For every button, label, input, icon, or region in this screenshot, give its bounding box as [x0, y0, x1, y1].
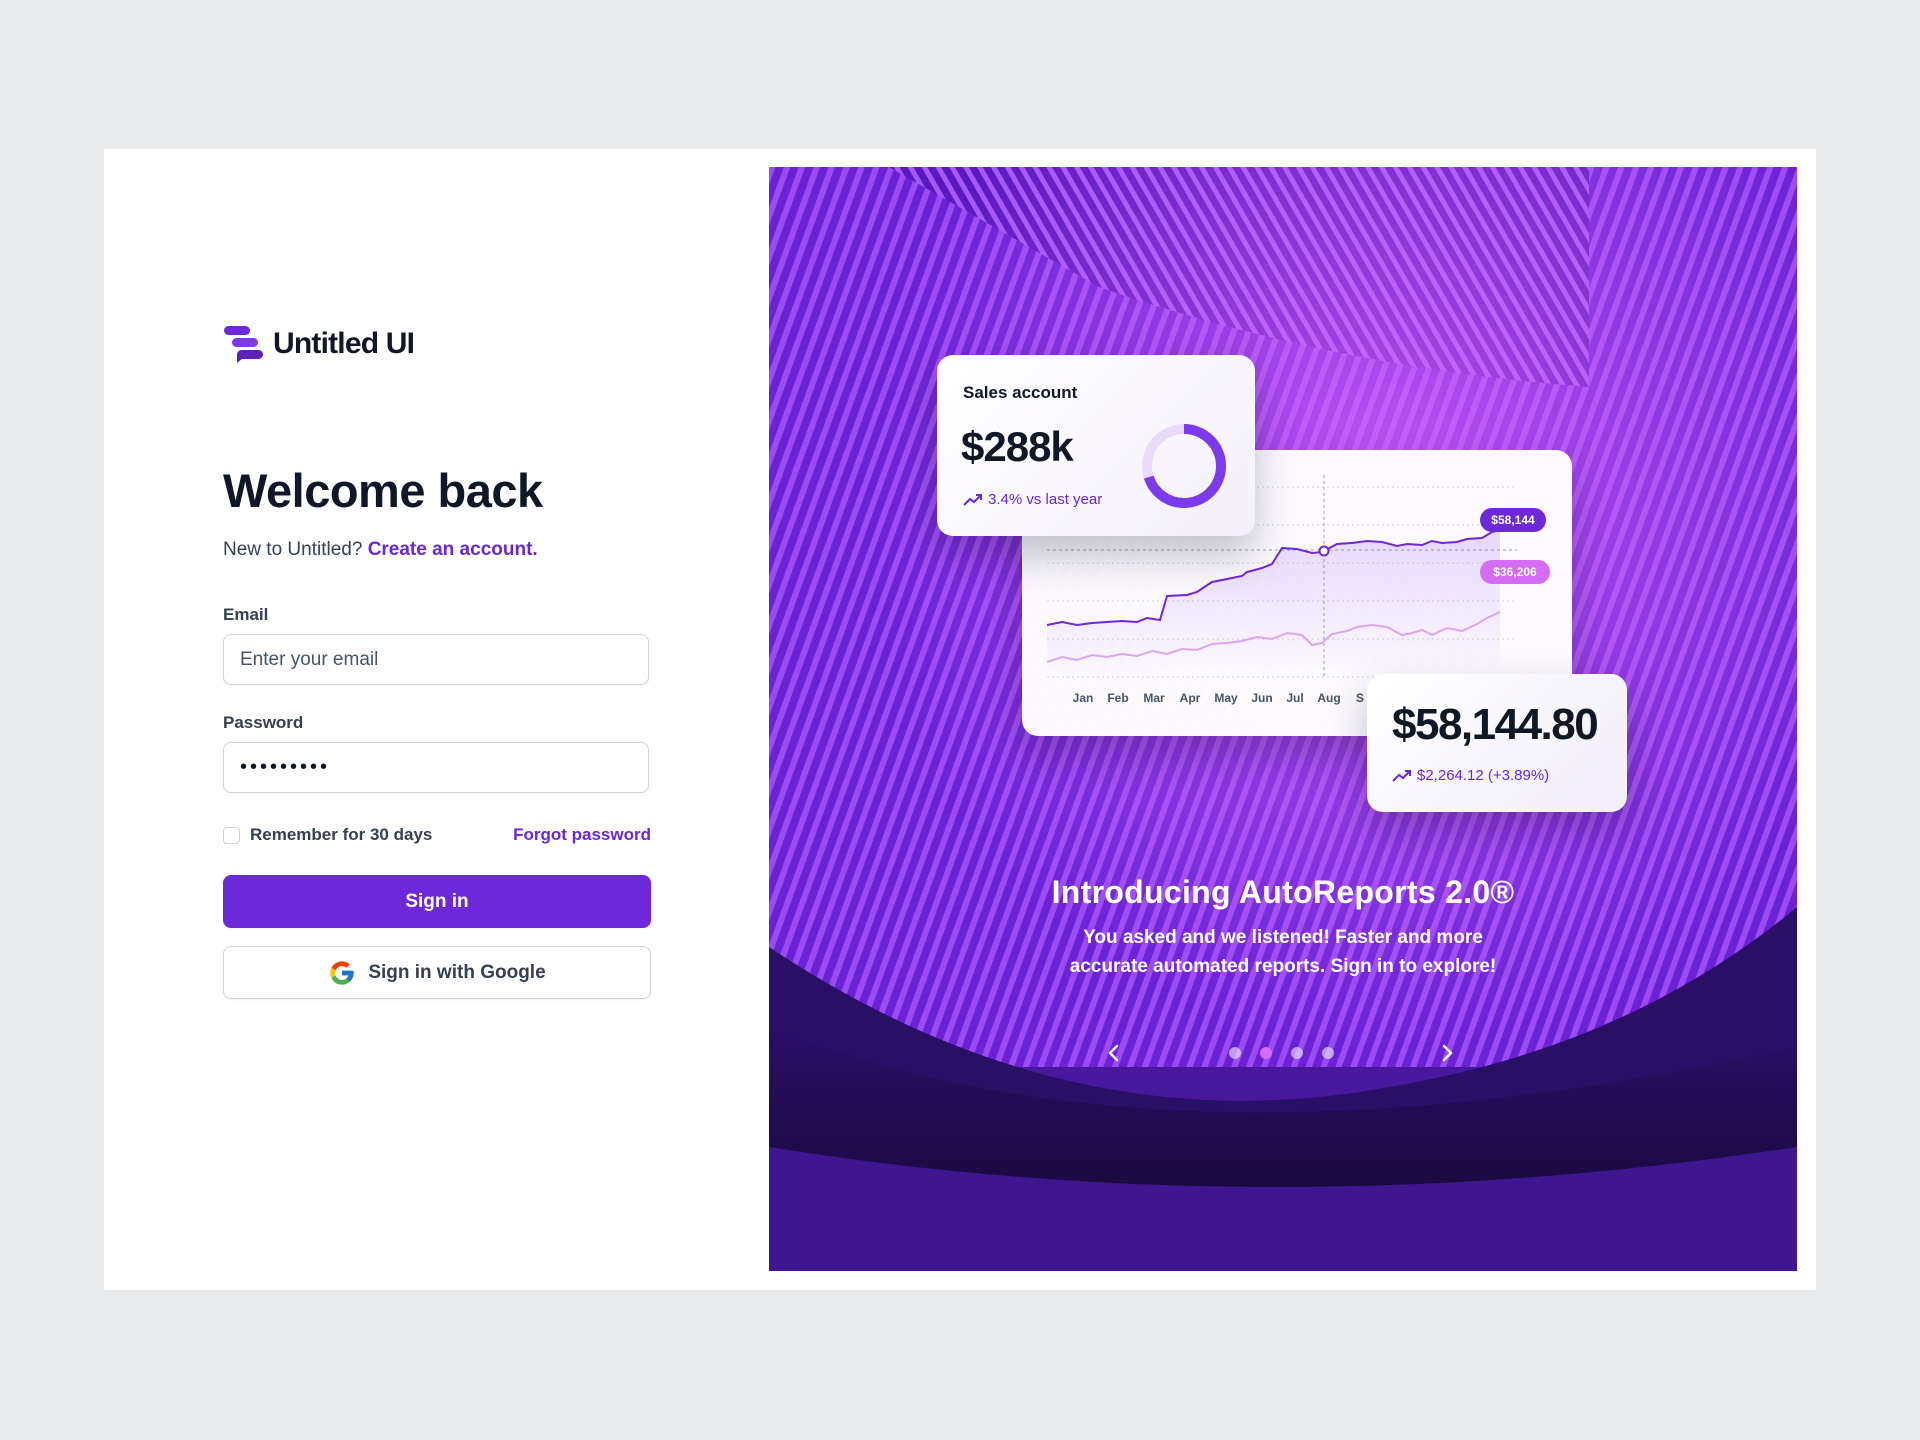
balance-trend-text: $2,264.12 (+3.89%) [1417, 767, 1550, 784]
carousel-dots [1229, 1047, 1334, 1059]
password-label: Password [223, 713, 304, 732]
carousel-dot-1[interactable] [1260, 1047, 1272, 1059]
sales-card-value: $288k [961, 423, 1074, 470]
chart-month-6: Jul [1286, 691, 1303, 705]
signup-prompt: New to Untitled? Create an account. [223, 539, 538, 561]
balance-card: $58,144.80 $2,264.12 (+3.89%) [1367, 674, 1627, 812]
series-bottom-tag: $36,206 [1493, 565, 1537, 579]
trend-up-icon [963, 493, 982, 506]
sales-donut-chart [1142, 424, 1226, 508]
sales-account-card: Sales account $288k 3.4% vs last year [937, 355, 1255, 536]
chart-month-3: Apr [1180, 691, 1201, 705]
chevron-right-icon [1442, 1044, 1453, 1062]
balance-value: $58,144.80 [1392, 700, 1599, 749]
google-sign-in-button[interactable]: Sign in with Google [223, 946, 651, 999]
series-top-tag: $58,144 [1491, 513, 1535, 527]
promo-body: You asked and we listened! Faster and mo… [1069, 927, 1497, 977]
email-label: Email [223, 605, 269, 624]
carousel-next-button[interactable] [1432, 1038, 1462, 1068]
page-title: Welcome back [223, 464, 543, 517]
carousel-dot-2[interactable] [1291, 1047, 1303, 1059]
signup-prompt-text: New to Untitled? [223, 539, 363, 560]
chart-month-4: May [1214, 691, 1238, 705]
chart-month-1: Feb [1107, 691, 1128, 705]
promo-headline: Introducing AutoReports 2.0® [1051, 874, 1515, 910]
forgot-password-link[interactable]: Forgot password [513, 825, 651, 845]
logo[interactable]: Untitled UI [223, 323, 415, 365]
sign-in-button[interactable]: Sign in [223, 875, 651, 928]
chart-month-0: Jan [1073, 691, 1094, 705]
remember-label[interactable]: Remember for 30 days [250, 825, 432, 845]
carousel-dot-0[interactable] [1229, 1047, 1241, 1059]
signin-column: Untitled UI Welcome back New to Untitled… [223, 149, 653, 1290]
chevron-left-icon [1108, 1044, 1119, 1062]
remember-row: Remember for 30 days [223, 825, 432, 845]
balance-trend: $2,264.12 (+3.89%) [1392, 767, 1549, 784]
create-account-link[interactable]: Create an account. [368, 539, 538, 560]
chart-month-7: Aug [1317, 691, 1340, 705]
brand-name: Untitled UI [273, 327, 415, 360]
password-input[interactable] [223, 742, 649, 793]
carousel-dot-3[interactable] [1322, 1047, 1334, 1059]
login-frame: Untitled UI Welcome back New to Untitled… [104, 149, 1816, 1290]
promo-panel: Jan Feb Mar Apr May Jun Jul Aug S $58,14… [769, 167, 1797, 1271]
remember-checkbox[interactable] [223, 826, 240, 844]
sales-card-trend: 3.4% vs last year [963, 491, 1102, 508]
sales-card-title: Sales account [963, 383, 1078, 402]
chart-month-2: Mar [1143, 691, 1165, 705]
email-input[interactable] [223, 634, 649, 685]
carousel-prev-button[interactable] [1099, 1038, 1129, 1068]
chart-month-8: S [1356, 691, 1364, 705]
sales-card-trend-text: 3.4% vs last year [988, 491, 1103, 508]
chart-month-5: Jun [1251, 691, 1272, 705]
trend-up-icon [1392, 769, 1411, 782]
google-icon [330, 960, 354, 985]
google-button-label: Sign in with Google [368, 961, 546, 983]
logo-icon [224, 326, 263, 363]
